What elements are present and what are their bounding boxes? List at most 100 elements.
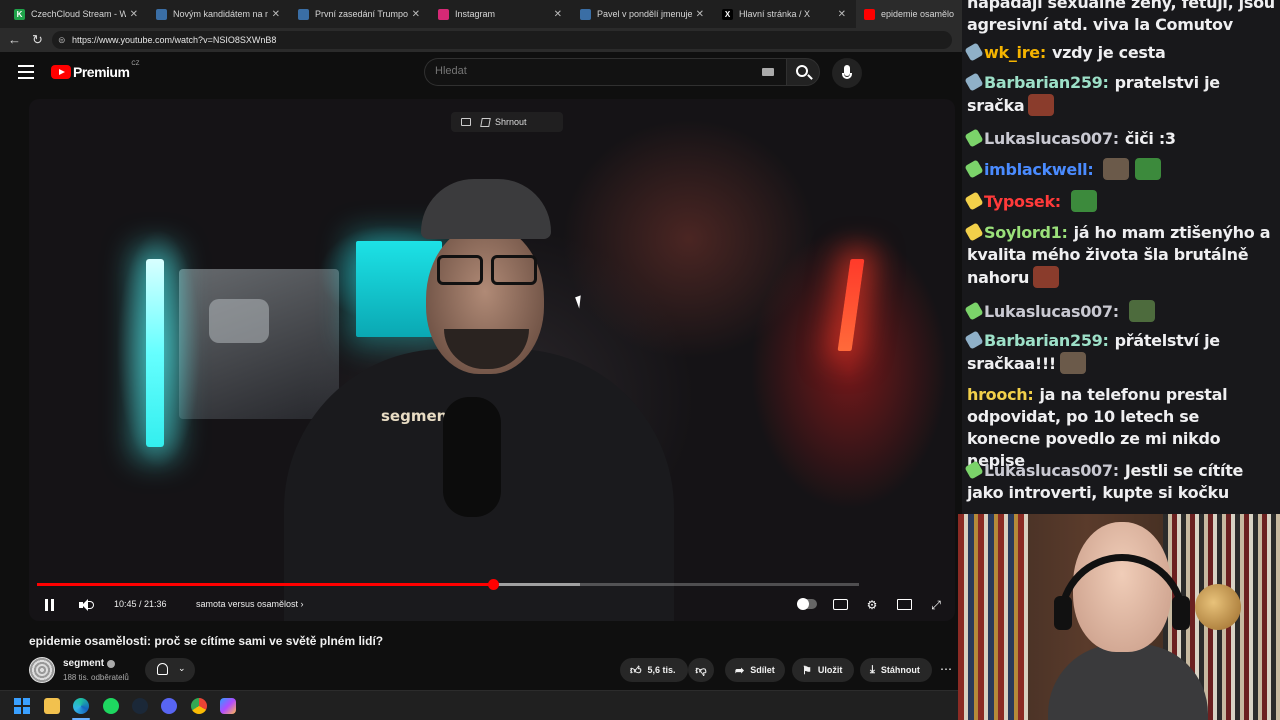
chat-emote-icon xyxy=(1135,158,1162,180)
tab-favicon-icon xyxy=(864,8,875,20)
search-input[interactable] xyxy=(435,65,735,77)
theater-mode-button[interactable] xyxy=(896,597,912,613)
chrome-icon[interactable] xyxy=(191,698,207,714)
file-explorer-icon[interactable] xyxy=(44,698,60,714)
download-button[interactable]: ⤓ Stáhnout xyxy=(860,658,932,682)
play-button-award xyxy=(179,269,339,419)
tab-favicon-icon xyxy=(438,8,449,20)
chat-username[interactable]: Lukaslucas007: xyxy=(984,302,1119,321)
progress-played xyxy=(37,583,494,586)
close-tab-icon[interactable]: ✕ xyxy=(838,9,846,20)
tab-title: Pavel v pondělí jmenuje Č xyxy=(597,9,692,19)
browser-tab[interactable]: První zasedání Trumpovy ✕ xyxy=(290,0,428,28)
summary-label: Shrnout xyxy=(495,117,527,127)
chat-message: Barbarian259: přátelství je sračkaa!!! xyxy=(964,330,1277,375)
tab-title: CzechCloud Stream - Watch xyxy=(31,9,126,19)
browser-tab[interactable]: epidemie osamělost xyxy=(856,0,962,28)
chat-username[interactable]: Barbarian259: xyxy=(984,73,1109,92)
browser-tab-bar: KCzechCloud Stream - Watch✕Novým kandidá… xyxy=(0,0,962,28)
voice-search-button[interactable] xyxy=(832,58,862,88)
chat-username[interactable]: Typosek: xyxy=(984,192,1061,211)
subtitles-button[interactable] xyxy=(832,597,848,613)
notifications-button[interactable]: ⌄ xyxy=(145,658,195,682)
chat-text: vzdy je cesta xyxy=(1051,43,1166,62)
chat-username[interactable]: wk_ire: xyxy=(984,43,1046,62)
windows-start-icon[interactable] xyxy=(14,698,30,714)
chapter-title[interactable]: samota versus osamělost › xyxy=(196,599,304,609)
more-actions-icon[interactable]: ⋯ xyxy=(940,662,952,676)
fullscreen-icon[interactable]: ⤢ xyxy=(928,597,944,613)
neon-light-left xyxy=(146,259,164,447)
like-button[interactable]: 👍︎ 5,6 tis. xyxy=(620,658,688,682)
chat-badge-icon xyxy=(964,222,984,242)
chat-message: hrooch: ja na telefonu prestal odpovidat,… xyxy=(967,384,1277,472)
headphone-right-cup xyxy=(1172,596,1190,630)
screen: KCzechCloud Stream - Watch✕Novým kandidá… xyxy=(0,0,1280,720)
chat-username[interactable]: Soylord1: xyxy=(984,223,1068,242)
copilot-icon[interactable] xyxy=(220,698,236,714)
chat-message: imblackwell: xyxy=(964,158,1277,181)
close-tab-icon[interactable]: ✕ xyxy=(696,9,704,20)
chat-username[interactable]: hrooch: xyxy=(967,385,1034,404)
steam-icon[interactable] xyxy=(132,698,148,714)
keyboard-icon[interactable] xyxy=(762,68,774,76)
save-button[interactable]: ⚑ Uložit xyxy=(792,658,854,682)
browser-tab[interactable]: Instagram ✕ xyxy=(430,0,570,28)
browser-tab[interactable]: Pavel v pondělí jmenuje Č ✕ xyxy=(572,0,712,28)
theater-icon xyxy=(896,599,912,610)
summarize-icon xyxy=(480,117,491,127)
reload-icon[interactable]: ↻ xyxy=(32,32,43,48)
dislike-button[interactable]: 👎︎ xyxy=(688,658,714,682)
chat-username[interactable]: Lukaslucas007: xyxy=(984,129,1119,148)
close-tab-icon[interactable]: ✕ xyxy=(272,9,280,20)
chat-emote-icon xyxy=(1059,352,1086,374)
browser-tab[interactable]: X Hlavní stránka / X ✕ xyxy=(714,0,854,28)
volume-icon[interactable] xyxy=(79,599,94,611)
progress-bar[interactable] xyxy=(37,579,859,590)
settings-icon[interactable]: ⚙ xyxy=(864,597,880,613)
bell-icon xyxy=(157,663,168,675)
channel-avatar[interactable] xyxy=(29,657,55,683)
chat-message: Lukaslucas007: Jestli se cítíte jako intr… xyxy=(964,460,1277,504)
bookshelf-left xyxy=(958,514,1028,720)
url-field[interactable]: ⊜ https://www.youtube.com/watch?v=NSIO8S… xyxy=(52,31,952,49)
mouse-cursor xyxy=(575,295,585,309)
address-bar: ← ↻ ⊜ https://www.youtube.com/watch?v=NS… xyxy=(0,28,962,52)
back-icon[interactable]: ← xyxy=(8,32,21,47)
discord-icon[interactable] xyxy=(161,698,177,714)
video-player[interactable]: segmen Shrnout 10:45 / 21:36 samota vers… xyxy=(29,99,955,621)
channel-name[interactable]: segment xyxy=(63,658,104,669)
chat-message: Lukaslucas007: xyxy=(964,300,1277,323)
studio-microphone xyxy=(443,397,501,517)
chat-badge-icon xyxy=(964,72,984,92)
search-button[interactable] xyxy=(786,58,820,86)
spotify-icon[interactable] xyxy=(103,698,119,714)
summary-chip[interactable]: Shrnout xyxy=(451,112,563,132)
youtube-play-icon xyxy=(51,65,71,79)
time-display: 10:45 / 21:36 xyxy=(114,599,167,609)
chat-username[interactable]: Barbarian259: xyxy=(984,331,1109,350)
chat-username[interactable]: Lukaslucas007: xyxy=(984,461,1119,480)
browser-tab[interactable]: Novým kandidátem na minis ✕ xyxy=(148,0,288,28)
pause-button[interactable] xyxy=(45,599,55,611)
miniplayer-icon[interactable] xyxy=(461,118,471,126)
autoplay-toggle[interactable] xyxy=(797,598,817,610)
youtube-logo[interactable]: Premium CZ xyxy=(51,61,140,80)
site-info-icon[interactable]: ⊜ xyxy=(58,31,66,49)
share-button[interactable]: ➦ Sdílet xyxy=(725,658,785,682)
chat-message: wk_ire: vzdy je cesta xyxy=(964,42,1277,64)
like-count: 5,6 tis. xyxy=(647,665,676,675)
menu-icon[interactable] xyxy=(18,65,34,79)
chat-username[interactable]: imblackwell: xyxy=(984,160,1094,179)
edge-icon[interactable] xyxy=(73,698,89,714)
logo-region: CZ xyxy=(131,61,140,67)
video-title: epidemie osamělosti: proč se cítíme sami… xyxy=(29,634,384,648)
close-tab-icon[interactable]: ✕ xyxy=(130,9,138,20)
neon-light-right xyxy=(837,259,865,351)
close-tab-icon[interactable]: ✕ xyxy=(554,9,562,20)
close-tab-icon[interactable]: ✕ xyxy=(412,9,420,20)
download-icon: ⤓ xyxy=(870,663,875,676)
search-box[interactable] xyxy=(424,58,786,86)
tab-title: Novým kandidátem na minis xyxy=(173,9,268,19)
browser-tab[interactable]: K CzechCloud Stream - Watch ✕ xyxy=(6,0,146,28)
